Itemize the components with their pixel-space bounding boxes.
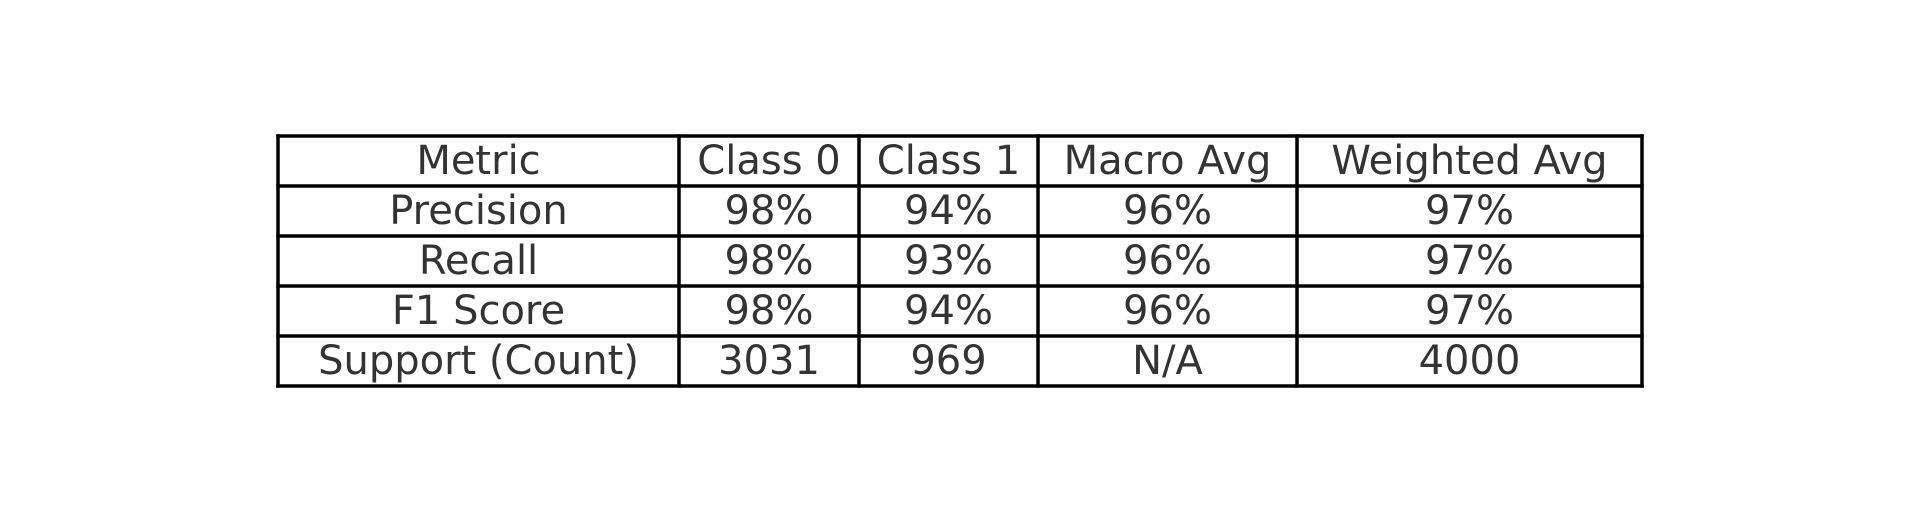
column-header: Class 0 bbox=[697, 138, 840, 184]
table-cell: 96% bbox=[1123, 188, 1212, 234]
table-cell: 3031 bbox=[718, 338, 820, 384]
table-cell: 96% bbox=[1123, 288, 1212, 334]
table-cells: Metric Class 0 Class 1 Macro Avg Weighted Av… bbox=[318, 138, 1608, 384]
column-header: Weighted Avg bbox=[1331, 138, 1607, 184]
table-cell: 96% bbox=[1123, 238, 1212, 284]
table-cell: N/A bbox=[1132, 338, 1203, 384]
table-cell: 94% bbox=[904, 188, 993, 234]
table-cell: 98% bbox=[725, 238, 814, 284]
table-cell: 94% bbox=[904, 288, 993, 334]
row-label: Support (Count) bbox=[318, 338, 639, 384]
row-label: F1 Score bbox=[392, 288, 565, 334]
column-header: Macro Avg bbox=[1064, 138, 1272, 184]
table-cell: 97% bbox=[1425, 238, 1514, 284]
metrics-table: Metric Class 0 Class 1 Macro Avg Weighted Av… bbox=[276, 134, 1644, 388]
table-cell: 93% bbox=[904, 238, 993, 284]
table-cell: 969 bbox=[910, 338, 986, 384]
row-label: Precision bbox=[389, 188, 567, 234]
row-label: Recall bbox=[419, 238, 538, 284]
table-cell: 98% bbox=[725, 188, 814, 234]
table-cell: 97% bbox=[1425, 288, 1514, 334]
column-header: Class 1 bbox=[877, 138, 1020, 184]
table-cell: 97% bbox=[1425, 188, 1514, 234]
table-cell: 4000 bbox=[1419, 338, 1521, 384]
table-cell: 98% bbox=[725, 288, 814, 334]
column-header: Metric bbox=[416, 138, 540, 184]
